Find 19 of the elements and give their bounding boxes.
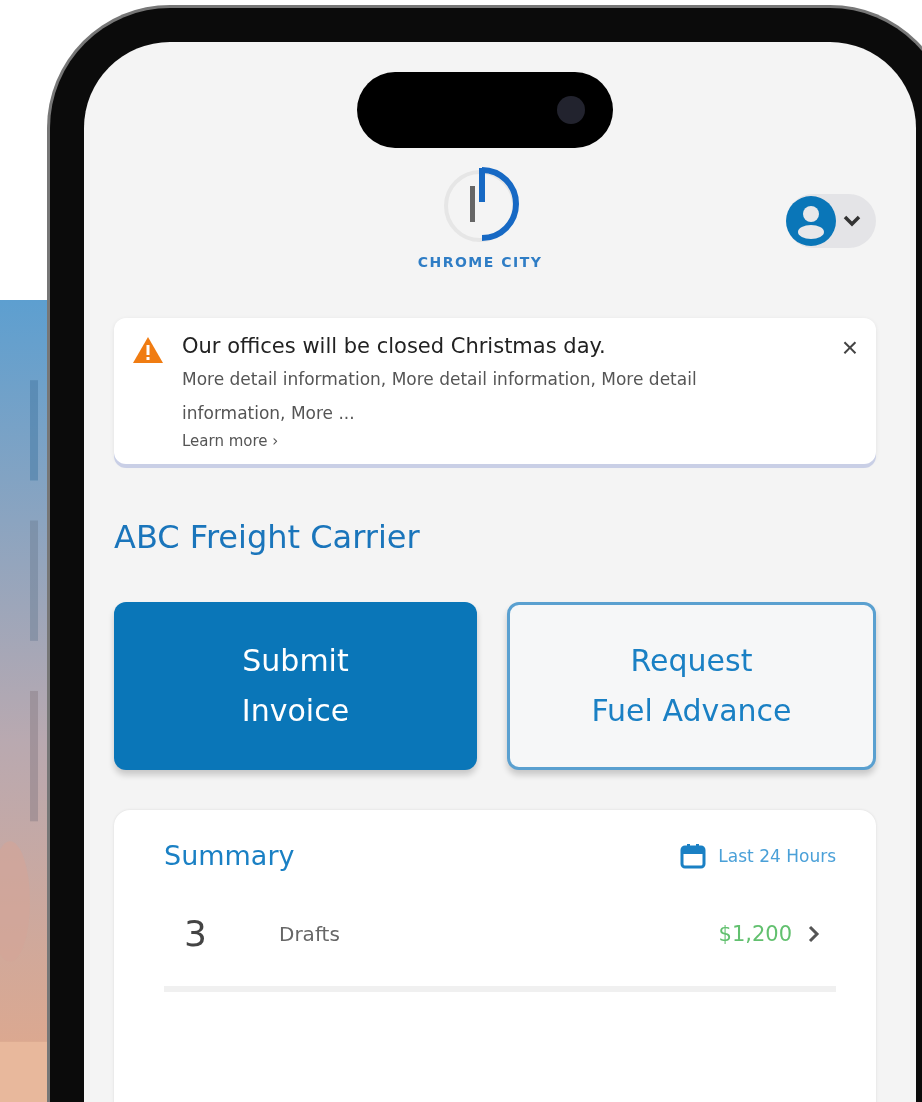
calendar-icon: [680, 842, 707, 869]
date-range-filter[interactable]: Last 24 Hours: [718, 845, 836, 866]
action-button[interactable]: Request Fuel Advance: [507, 602, 876, 770]
row-label: Drafts: [279, 921, 341, 946]
row-amount: $1,200: [718, 921, 792, 946]
row-count: 3: [184, 913, 208, 954]
summary-title: Summary: [164, 840, 295, 871]
avatar-icon: [786, 196, 836, 246]
logo-text: CHROME CITY: [417, 254, 543, 270]
close-button[interactable]: ×: [841, 334, 858, 362]
chevron-right-icon[interactable]: [808, 924, 820, 943]
warning-icon: [132, 336, 164, 364]
company-name: ABC Freight Carrier: [114, 518, 421, 556]
alert-message: More detail information, More detail information, More detail information, More ...: [182, 368, 698, 425]
caret-icon: [842, 214, 862, 228]
learn-more-link[interactable]: Learn more ›: [182, 432, 824, 450]
alert-title: Our offices will be closed Christmas day.: [182, 334, 607, 358]
action-button[interactable]: Submit Invoice: [114, 602, 477, 770]
account-button[interactable]: [786, 194, 876, 248]
